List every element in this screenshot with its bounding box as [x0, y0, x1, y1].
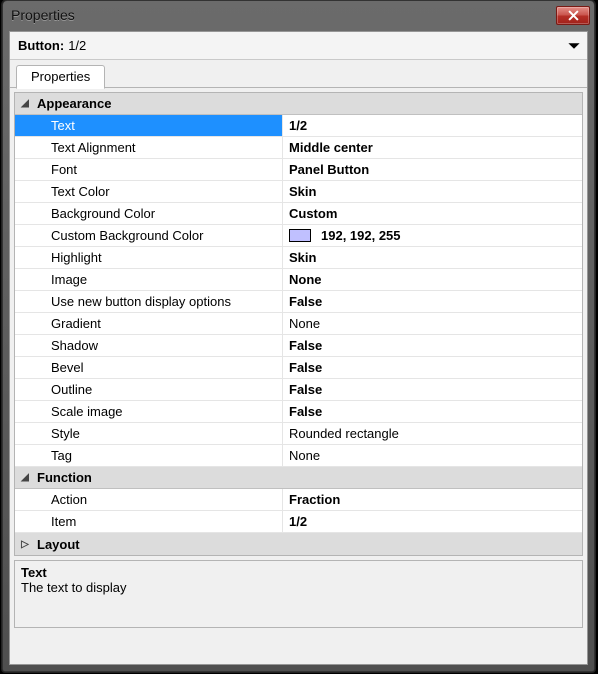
close-icon [568, 10, 579, 21]
description-panel: Text The text to display [14, 560, 583, 628]
prop-value[interactable]: False [283, 291, 582, 312]
prop-name: Style [15, 423, 283, 444]
prop-value[interactable]: 192, 192, 255 [283, 225, 582, 246]
prop-tag[interactable]: Tag None [15, 445, 582, 467]
color-value-text: 192, 192, 255 [321, 228, 401, 243]
prop-shadow[interactable]: Shadow False [15, 335, 582, 357]
prop-name: Bevel [15, 357, 283, 378]
prop-name: Font [15, 159, 283, 180]
prop-value[interactable]: Skin [283, 247, 582, 268]
prop-name: Use new button display options [15, 291, 283, 312]
prop-image[interactable]: Image None [15, 269, 582, 291]
expand-icon: ▷ [15, 539, 35, 550]
category-layout[interactable]: ▷ Layout [15, 533, 582, 555]
prop-scale-image[interactable]: Scale image False [15, 401, 582, 423]
prop-value[interactable]: Skin [283, 181, 582, 202]
client-area: Button: 1/2 Properties ◢ Appearance Text [9, 31, 588, 665]
prop-text-color[interactable]: Text Color Skin [15, 181, 582, 203]
prop-text[interactable]: Text 1/2 [15, 115, 582, 137]
prop-name: Text Color [15, 181, 283, 202]
window-title: Properties [11, 7, 556, 23]
dropdown-icon[interactable] [567, 39, 581, 53]
collapse-icon: ◢ [15, 98, 35, 109]
tab-properties[interactable]: Properties [16, 65, 105, 89]
prop-custom-background-color[interactable]: Custom Background Color 192, 192, 255 [15, 225, 582, 247]
prop-action[interactable]: Action Fraction [15, 489, 582, 511]
tabstrip: Properties [10, 60, 587, 88]
description-body: The text to display [21, 580, 576, 595]
selector-value: 1/2 [68, 38, 86, 53]
prop-font[interactable]: Font Panel Button [15, 159, 582, 181]
prop-background-color[interactable]: Background Color Custom [15, 203, 582, 225]
prop-name: Item [15, 511, 283, 532]
prop-value[interactable]: False [283, 357, 582, 378]
prop-text-alignment[interactable]: Text Alignment Middle center [15, 137, 582, 159]
category-label: Appearance [35, 96, 111, 111]
collapse-icon: ◢ [15, 472, 35, 483]
prop-use-new-button-display-options[interactable]: Use new button display options False [15, 291, 582, 313]
prop-value[interactable]: Middle center [283, 137, 582, 158]
description-title: Text [21, 565, 576, 580]
prop-value[interactable]: Panel Button [283, 159, 582, 180]
prop-name: Action [15, 489, 283, 510]
properties-window: Properties Button: 1/2 Properties [2, 0, 595, 672]
prop-name: Text Alignment [15, 137, 283, 158]
prop-value[interactable]: Fraction [283, 489, 582, 510]
prop-name: Tag [15, 445, 283, 466]
prop-value[interactable]: None [283, 313, 582, 334]
prop-outline[interactable]: Outline False [15, 379, 582, 401]
category-function[interactable]: ◢ Function [15, 467, 582, 489]
prop-name: Outline [15, 379, 283, 400]
object-selector[interactable]: Button: 1/2 [10, 32, 587, 60]
prop-value[interactable]: None [283, 445, 582, 466]
selector-label: Button: [18, 38, 64, 53]
prop-value[interactable]: 1/2 [283, 115, 582, 136]
prop-value[interactable]: False [283, 379, 582, 400]
prop-style[interactable]: Style Rounded rectangle [15, 423, 582, 445]
prop-value[interactable]: None [283, 269, 582, 290]
property-grid: ◢ Appearance Text 1/2 Text Alignment Mid… [14, 92, 583, 556]
prop-highlight[interactable]: Highlight Skin [15, 247, 582, 269]
prop-value[interactable]: False [283, 335, 582, 356]
prop-name: Scale image [15, 401, 283, 422]
close-button[interactable] [556, 6, 590, 25]
prop-item[interactable]: Item 1/2 [15, 511, 582, 533]
color-swatch-icon [289, 229, 311, 242]
prop-name: Gradient [15, 313, 283, 334]
prop-value[interactable]: Custom [283, 203, 582, 224]
prop-name: Text [15, 115, 283, 136]
prop-bevel[interactable]: Bevel False [15, 357, 582, 379]
category-label: Layout [35, 537, 80, 552]
prop-value[interactable]: Rounded rectangle [283, 423, 582, 444]
prop-gradient[interactable]: Gradient None [15, 313, 582, 335]
prop-value[interactable]: 1/2 [283, 511, 582, 532]
prop-name: Background Color [15, 203, 283, 224]
prop-name: Image [15, 269, 283, 290]
prop-name: Shadow [15, 335, 283, 356]
category-label: Function [35, 470, 92, 485]
prop-name: Highlight [15, 247, 283, 268]
prop-value[interactable]: False [283, 401, 582, 422]
titlebar[interactable]: Properties [3, 1, 594, 29]
prop-name: Custom Background Color [15, 225, 283, 246]
category-appearance[interactable]: ◢ Appearance [15, 93, 582, 115]
